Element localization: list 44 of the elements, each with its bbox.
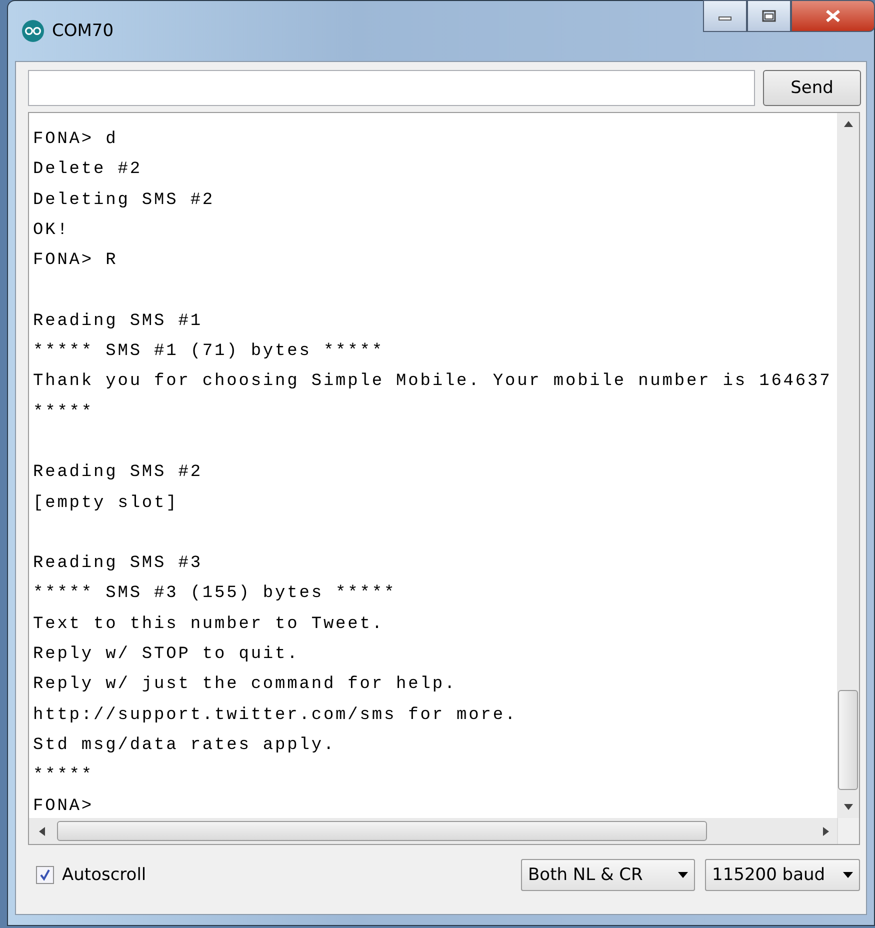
serial-output-line: FONA> xyxy=(33,796,95,818)
serial-output-line: ***** xyxy=(33,765,95,788)
serial-output-line: ***** SMS #3 (155) bytes ***** xyxy=(33,583,398,606)
serial-output-line: http://support.twitter.com/sms for more. xyxy=(33,704,518,727)
serial-output-line: ***** SMS #1 (71) bytes ***** xyxy=(33,341,385,364)
scrollbar-thumb[interactable] xyxy=(838,690,858,790)
infinity-logo-icon xyxy=(22,20,44,42)
maximize-button[interactable] xyxy=(747,0,791,32)
line-ending-dropdown[interactable]: Both NL & CR xyxy=(521,859,695,891)
up-arrow-icon[interactable] xyxy=(844,121,852,127)
left-arrow-icon[interactable] xyxy=(39,826,45,836)
serial-output-line: FONA> d xyxy=(33,129,119,151)
serial-output-line: OK! xyxy=(33,220,70,242)
send-button[interactable]: Send xyxy=(763,70,861,106)
window-title: COM70 xyxy=(52,21,114,41)
down-arrow-icon[interactable] xyxy=(844,804,852,810)
serial-output-line: Reply w/ just the command for help. xyxy=(33,674,458,696)
serial-output-line: Thank you for choosing Simple Mobile. Your mobile number is 164637 xyxy=(33,371,833,394)
vertical-scrollbar[interactable] xyxy=(837,113,859,818)
serial-output-line: FONA> R xyxy=(33,250,119,272)
baud-rate-dropdown[interactable]: 115200 baud xyxy=(705,859,860,891)
right-arrow-icon[interactable] xyxy=(823,826,829,836)
autoscroll-label: Autoscroll xyxy=(62,865,146,885)
serial-output-line: Delete #2 xyxy=(33,159,143,182)
serial-output-line: Std msg/data rates apply. xyxy=(33,734,337,757)
input-field[interactable] xyxy=(28,70,755,106)
serial-output-line: Reading SMS #1 xyxy=(33,310,204,333)
scrollbar-thumb[interactable] xyxy=(57,821,707,841)
serial-output-line: Reply w/ STOP to quit. xyxy=(33,644,300,666)
horizontal-scrollbar[interactable] xyxy=(29,818,859,844)
serial-output-line: Reading SMS #3 xyxy=(33,553,204,576)
autoscroll-checkbox[interactable] xyxy=(36,866,54,884)
scrollbar-corner xyxy=(837,818,859,844)
maximize-icon[interactable] xyxy=(761,10,777,22)
close-button[interactable] xyxy=(791,0,875,32)
serial-output-line: Reading SMS #2 xyxy=(33,462,204,484)
serial-output-line: Deleting SMS #2 xyxy=(33,190,216,212)
caret-icon[interactable] xyxy=(678,872,688,878)
serial-output-line: [empty slot] xyxy=(33,492,180,515)
minimize-button[interactable] xyxy=(703,0,747,32)
close-icon[interactable] xyxy=(825,9,841,23)
caret-icon[interactable] xyxy=(843,872,853,878)
serial-output-line: Text to this number to Tweet. xyxy=(33,614,385,636)
serial-output-line: ***** xyxy=(33,402,95,424)
